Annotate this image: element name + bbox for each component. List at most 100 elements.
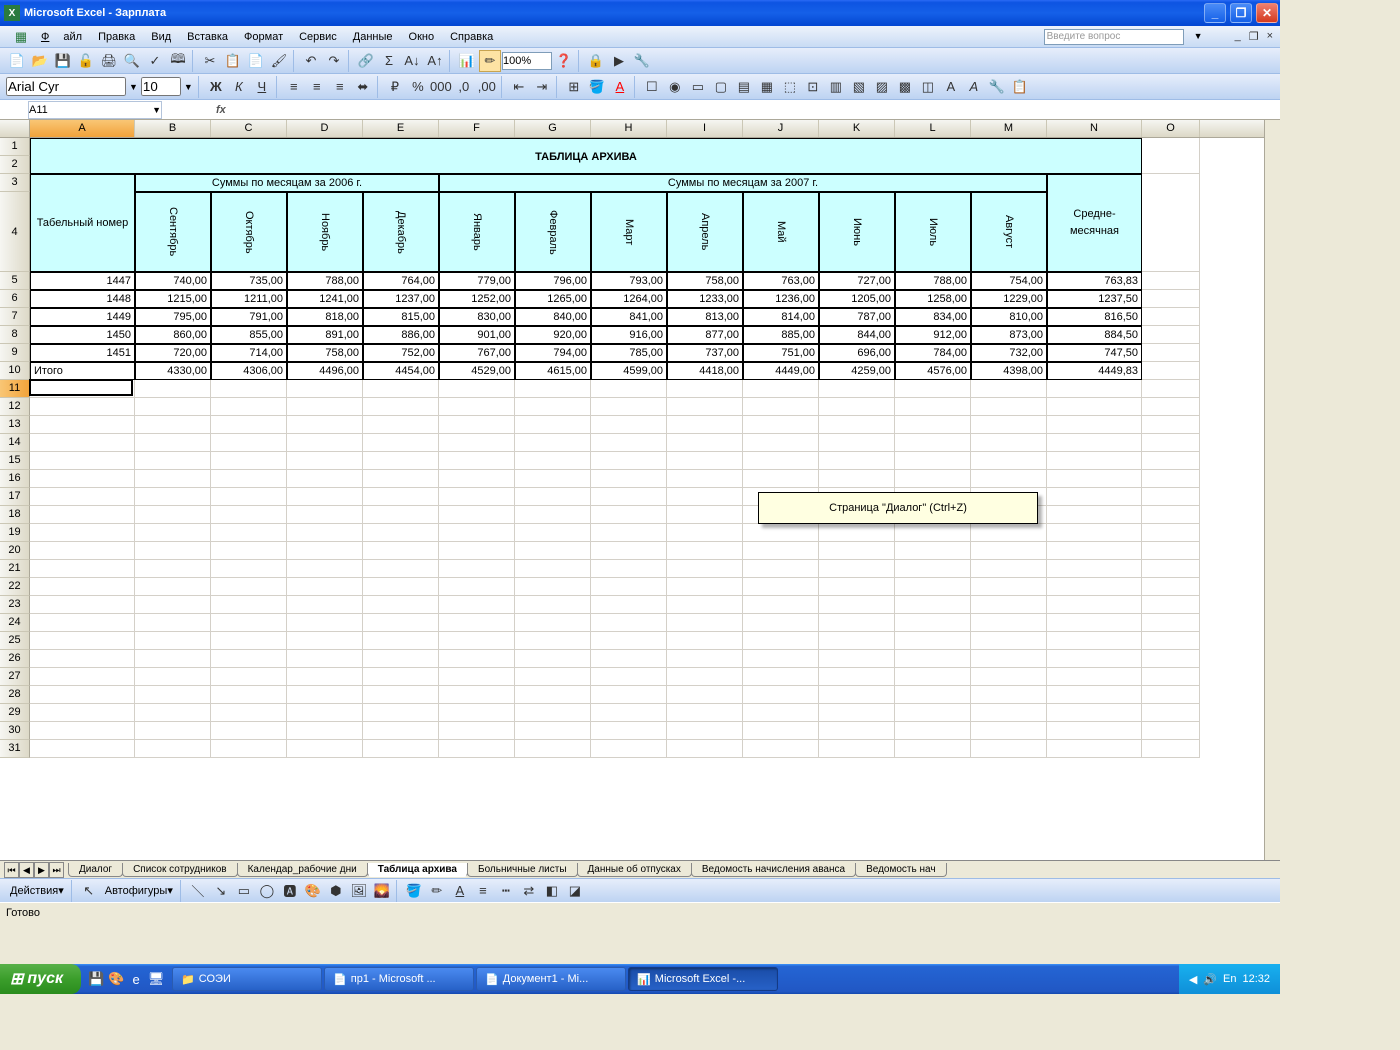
cell[interactable] — [895, 578, 971, 596]
shadow-icon[interactable]: ◧ — [541, 880, 563, 902]
column-header[interactable]: I — [667, 120, 743, 137]
cell[interactable]: 813,00 — [667, 308, 743, 326]
cell[interactable]: 1252,00 — [439, 290, 515, 308]
tray-icon[interactable]: ◀ — [1189, 973, 1197, 986]
cell[interactable] — [667, 722, 743, 740]
forms6-icon[interactable]: ▦ — [756, 76, 778, 98]
cell[interactable]: 1451 — [30, 344, 135, 362]
cell[interactable] — [1142, 290, 1200, 308]
cell[interactable] — [971, 596, 1047, 614]
cell[interactable] — [515, 704, 591, 722]
arrow-icon[interactable]: ↘ — [210, 880, 232, 902]
save-icon[interactable]: 💾 — [52, 50, 74, 72]
cell[interactable] — [363, 614, 439, 632]
cell[interactable]: 4398,00 — [971, 362, 1047, 380]
cell[interactable] — [1142, 362, 1200, 380]
row-header[interactable]: 14 — [0, 434, 30, 452]
cell[interactable] — [743, 578, 819, 596]
cell[interactable]: 784,00 — [895, 344, 971, 362]
row-header[interactable]: 12 — [0, 398, 30, 416]
cell[interactable]: 818,00 — [287, 308, 363, 326]
cell[interactable] — [363, 380, 439, 398]
cell[interactable] — [743, 524, 819, 542]
row-header[interactable]: 31 — [0, 740, 30, 758]
taskbar-task[interactable]: 📄пр1 - Microsoft ... — [324, 967, 474, 991]
cell[interactable] — [819, 596, 895, 614]
cell[interactable] — [1142, 542, 1200, 560]
font-color2-icon[interactable]: A — [449, 880, 471, 902]
column-header[interactable]: H — [591, 120, 667, 137]
research-icon[interactable]: 🕮 — [167, 50, 189, 72]
cell[interactable]: 1237,50 — [1047, 290, 1142, 308]
cell[interactable] — [135, 668, 211, 686]
row-header[interactable]: 9 — [0, 344, 30, 362]
cell[interactable] — [30, 740, 135, 758]
cell[interactable] — [819, 650, 895, 668]
cell[interactable]: 4330,00 — [135, 362, 211, 380]
cell[interactable] — [667, 542, 743, 560]
cell[interactable] — [1142, 614, 1200, 632]
row-header[interactable]: 21 — [0, 560, 30, 578]
cell[interactable] — [135, 398, 211, 416]
cell[interactable]: Май — [743, 192, 819, 272]
row-header[interactable]: 4 — [0, 192, 30, 272]
cell[interactable] — [591, 632, 667, 650]
cell[interactable] — [743, 668, 819, 686]
align-right-icon[interactable]: ≡ — [329, 76, 351, 98]
row-header[interactable]: 15 — [0, 452, 30, 470]
italic-icon[interactable]: К — [228, 76, 250, 98]
cell[interactable] — [1047, 452, 1142, 470]
cell[interactable] — [971, 686, 1047, 704]
row-header[interactable]: 10 — [0, 362, 30, 380]
tab-nav-prev-icon[interactable]: ◀ — [19, 862, 34, 878]
menu-edit[interactable]: Правка — [91, 29, 142, 45]
cell[interactable] — [439, 470, 515, 488]
cell[interactable] — [1142, 138, 1200, 174]
cell[interactable] — [667, 704, 743, 722]
cell[interactable] — [743, 560, 819, 578]
cell[interactable] — [287, 542, 363, 560]
cell[interactable] — [895, 434, 971, 452]
sheet-tab[interactable]: Ведомость нач — [855, 863, 947, 877]
cell[interactable]: 885,00 — [743, 326, 819, 344]
cell[interactable] — [819, 668, 895, 686]
cell[interactable]: Средне-месячная — [1047, 174, 1142, 272]
cell[interactable]: 1449 — [30, 308, 135, 326]
cell[interactable] — [591, 380, 667, 398]
cell[interactable]: 735,00 — [211, 272, 287, 290]
cell[interactable] — [1047, 740, 1142, 758]
row-header[interactable]: 2 — [0, 156, 30, 174]
oval-icon[interactable]: ◯ — [256, 880, 278, 902]
cell[interactable]: 4454,00 — [363, 362, 439, 380]
cell[interactable] — [211, 650, 287, 668]
font-name-input[interactable] — [6, 77, 126, 96]
column-header[interactable]: D — [287, 120, 363, 137]
cell[interactable]: 763,00 — [743, 272, 819, 290]
cell[interactable] — [591, 524, 667, 542]
cell[interactable] — [211, 740, 287, 758]
cell[interactable]: 1447 — [30, 272, 135, 290]
cell[interactable] — [287, 416, 363, 434]
cell[interactable] — [515, 668, 591, 686]
cell[interactable] — [591, 542, 667, 560]
cell[interactable] — [667, 650, 743, 668]
vertical-scrollbar[interactable] — [1264, 120, 1280, 860]
cell[interactable] — [1142, 344, 1200, 362]
forms10-icon[interactable]: ▧ — [848, 76, 870, 98]
spell-icon[interactable]: ✓ — [144, 50, 166, 72]
cell[interactable] — [211, 452, 287, 470]
cell[interactable] — [1047, 704, 1142, 722]
forms4-icon[interactable]: ▢ — [710, 76, 732, 98]
row-header[interactable]: 7 — [0, 308, 30, 326]
cell[interactable] — [743, 740, 819, 758]
cell[interactable] — [363, 578, 439, 596]
cell[interactable]: 1205,00 — [819, 290, 895, 308]
cell[interactable] — [971, 722, 1047, 740]
zoom-input[interactable] — [502, 52, 552, 70]
sort-desc-icon[interactable]: A↑ — [424, 50, 446, 72]
cell[interactable]: 4449,83 — [1047, 362, 1142, 380]
cell[interactable]: 1215,00 — [135, 290, 211, 308]
cell[interactable] — [819, 632, 895, 650]
cell[interactable] — [1047, 560, 1142, 578]
cell[interactable] — [1142, 174, 1200, 272]
